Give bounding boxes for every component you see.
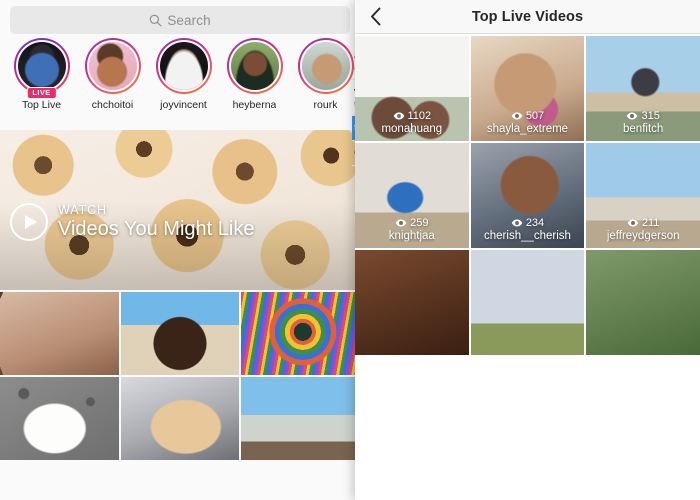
eye-icon [511, 219, 523, 227]
live-video-tile[interactable]: 211 jeffreydgerson [586, 143, 700, 248]
story-item-label: joyvincent [160, 99, 207, 111]
story-item-chchoitoi[interactable]: chchoitoi [77, 38, 148, 111]
avatar [16, 40, 68, 92]
page-title: Top Live Videos [355, 9, 700, 25]
story-ring [227, 38, 283, 94]
live-video-tile[interactable] [355, 250, 469, 355]
view-count: 315 [626, 110, 659, 122]
live-video-username: benfitch [623, 123, 663, 135]
live-video-meta: 1102 monahuang [355, 110, 469, 135]
eye-icon [626, 112, 638, 120]
live-video-meta: 211 jeffreydgerson [586, 217, 700, 242]
play-triangle [25, 215, 37, 229]
story-item-heyberna[interactable]: heyberna [219, 38, 290, 111]
view-count-value: 259 [410, 217, 428, 229]
live-video-username: knightjaa [389, 230, 435, 242]
explore-pane: Search LIVE Top Live chchoi [0, 0, 360, 500]
watch-banner[interactable]: WATCH Videos You Might Like [0, 130, 360, 290]
story-item-top-live[interactable]: LIVE Top Live [6, 38, 77, 111]
explore-grid-cell[interactable] [241, 292, 360, 375]
story-ring: LIVE [14, 38, 70, 94]
live-video-username: cherish__cherish [484, 230, 571, 242]
back-button[interactable] [355, 0, 395, 34]
stories-tray[interactable]: LIVE Top Live chchoitoi joyvinc [0, 38, 360, 130]
live-video-meta: 259 knightjaa [355, 217, 469, 242]
live-video-meta: 234 cherish__cherish [471, 217, 585, 242]
live-video-tile[interactable] [586, 250, 700, 355]
watch-banner-kicker: WATCH [58, 203, 254, 217]
live-videos-grid: 1102 monahuang 507 shayla_extreme [355, 34, 700, 355]
watch-banner-text: WATCH Videos You Might Like [58, 203, 254, 241]
live-video-tile[interactable]: 315 benfitch [586, 36, 700, 141]
live-video-tile[interactable]: 234 cherish__cherish [471, 143, 585, 248]
view-count-value: 315 [641, 110, 659, 122]
explore-grid [0, 290, 360, 460]
story-item-label: heyberna [233, 99, 277, 111]
live-badge: LIVE [26, 87, 56, 100]
story-item-label: Top Live [22, 99, 61, 111]
eye-icon [393, 112, 405, 120]
view-count: 1102 [393, 110, 432, 122]
search-icon [149, 14, 162, 27]
avatar-art [160, 42, 208, 90]
explore-grid-cell[interactable] [241, 377, 360, 460]
panel-header: Top Live Videos [355, 0, 700, 34]
avatar-art [18, 42, 66, 90]
view-count: 211 [627, 217, 660, 229]
top-live-videos-panel: Top Live Videos 1102 monahuang [355, 0, 700, 500]
search-placeholder: Search [167, 13, 210, 28]
explore-grid-cell[interactable] [121, 292, 240, 375]
eye-icon [627, 219, 639, 227]
avatar [300, 40, 352, 92]
play-circle-icon[interactable] [10, 203, 48, 241]
eye-icon [511, 112, 523, 120]
avatar-art [231, 42, 279, 90]
app-screen: Search LIVE Top Live chchoi [0, 0, 700, 500]
avatar [87, 40, 139, 92]
live-video-tile[interactable]: 1102 monahuang [355, 36, 469, 141]
search-bar-container: Search [0, 0, 360, 38]
live-video-username: monahuang [381, 123, 442, 135]
live-video-username: jeffreydgerson [607, 230, 680, 242]
view-count-value: 234 [526, 217, 544, 229]
avatar [158, 40, 210, 92]
live-video-tile[interactable]: 507 shayla_extreme [471, 36, 585, 141]
view-count: 507 [511, 110, 544, 122]
story-ring [85, 38, 141, 94]
live-video-tile[interactable] [471, 250, 585, 355]
chevron-left-icon [370, 7, 381, 26]
avatar-art [89, 42, 137, 90]
live-video-tile[interactable]: 259 knightjaa [355, 143, 469, 248]
live-video-meta: 507 shayla_extreme [471, 110, 585, 135]
avatar [229, 40, 281, 92]
explore-grid-cell[interactable] [0, 377, 119, 460]
story-item-label: rourk [314, 99, 338, 111]
explore-grid-cell[interactable] [0, 292, 119, 375]
story-item-label: chchoitoi [92, 99, 133, 111]
live-video-meta: 315 benfitch [586, 110, 700, 135]
view-count-value: 507 [526, 110, 544, 122]
live-video-username: shayla_extreme [487, 123, 568, 135]
story-item-joyvincent[interactable]: joyvincent [148, 38, 219, 111]
story-ring [156, 38, 212, 94]
view-count-value: 211 [642, 217, 660, 229]
explore-grid-cell[interactable] [121, 377, 240, 460]
watch-banner-overlay: WATCH Videos You Might Like [0, 130, 360, 290]
story-item-rourke[interactable]: rourk [290, 38, 360, 111]
search-input[interactable]: Search [10, 6, 350, 34]
eye-icon [395, 219, 407, 227]
view-count-value: 1102 [408, 110, 432, 122]
view-count: 259 [395, 217, 428, 229]
view-count: 234 [511, 217, 544, 229]
watch-banner-title: Videos You Might Like [58, 218, 254, 241]
story-ring [298, 38, 354, 94]
avatar-art [302, 42, 350, 90]
